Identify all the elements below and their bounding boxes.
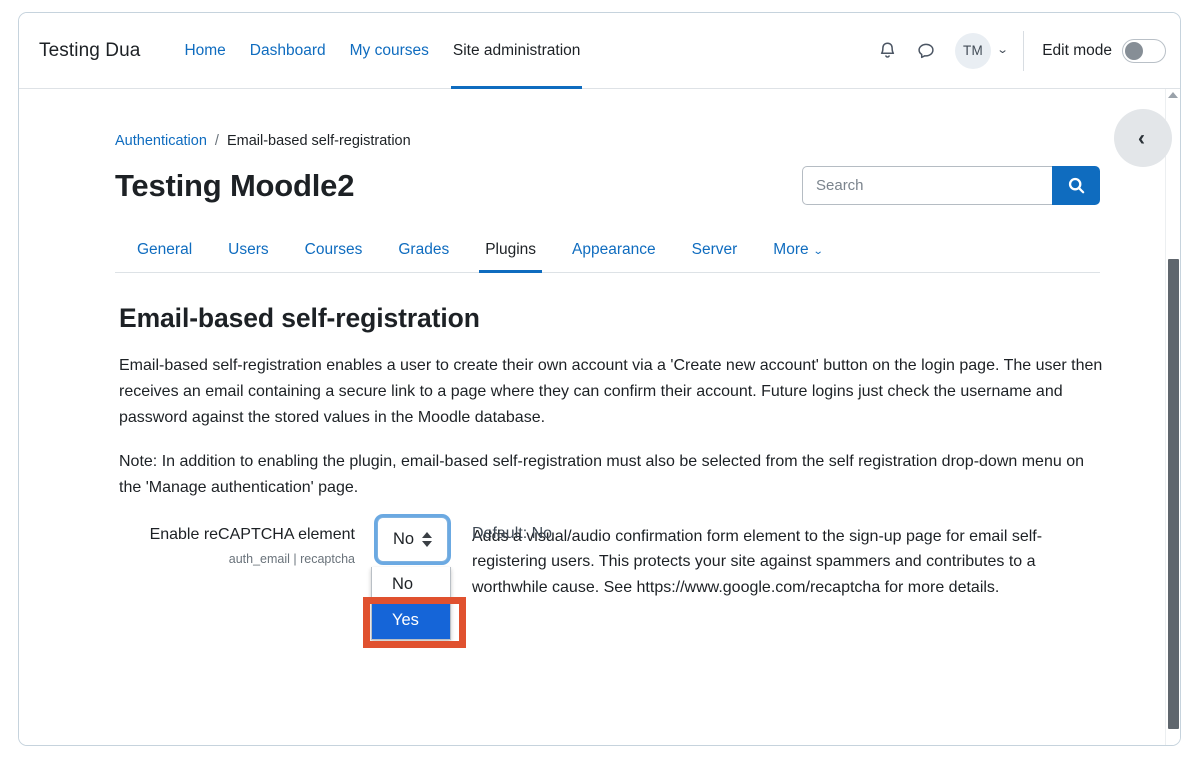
intro-paragraph-2: Note: In addition to enabling the plugin… <box>119 449 1106 501</box>
page-scrollbar[interactable] <box>1165 89 1180 746</box>
nav-item-my-courses[interactable]: My courses <box>338 13 441 88</box>
setting-row-recaptcha: Enable reCAPTCHA element auth_email | re… <box>119 523 1106 602</box>
chevron-down-icon: ⌄ <box>812 246 823 257</box>
edit-mode-label: Edit mode <box>1042 42 1112 60</box>
recaptcha-option-list: No Yes <box>371 567 451 640</box>
page-content: Authentication / Email-based self-regist… <box>19 89 1180 746</box>
notifications-bell-icon[interactable] <box>869 32 907 70</box>
tab-grades[interactable]: Grades <box>380 231 467 272</box>
tab-more-label: More <box>773 241 808 258</box>
setting-key: auth_email | recaptcha <box>119 551 355 569</box>
option-no[interactable]: No <box>372 567 450 603</box>
primary-nav: Home Dashboard My courses Site administr… <box>172 13 592 88</box>
edit-mode-toggle[interactable] <box>1122 39 1166 63</box>
search-group <box>802 166 1100 205</box>
messages-bubble-icon[interactable] <box>907 32 945 70</box>
breadcrumb: Authentication / Email-based self-regist… <box>115 133 1106 149</box>
select-spinner-icon <box>422 532 432 547</box>
avatar: TM <box>955 33 991 69</box>
edit-mode-control: Edit mode <box>1042 39 1166 63</box>
chevron-down-icon: ⌄ <box>996 45 1008 56</box>
setting-label-column: Enable reCAPTCHA element auth_email | re… <box>119 523 377 602</box>
navbar-right-cluster: TM ⌄ Edit mode <box>869 13 1166 88</box>
nav-item-dashboard[interactable]: Dashboard <box>238 13 338 88</box>
tab-more[interactable]: More ⌄ <box>755 231 840 272</box>
search-button[interactable] <box>1052 166 1100 205</box>
scroll-up-arrow-icon[interactable] <box>1166 92 1180 98</box>
breadcrumb-current: Email-based self-registration <box>227 133 411 149</box>
navbar-divider <box>1023 31 1024 71</box>
scrollbar-thumb[interactable] <box>1168 259 1179 729</box>
tab-users[interactable]: Users <box>210 231 286 272</box>
tab-plugins[interactable]: Plugins <box>467 231 554 272</box>
setting-body: Default: No Adds a visual/audio confirma… <box>377 523 1106 602</box>
tab-courses[interactable]: Courses <box>287 231 381 272</box>
toggle-knob <box>1125 42 1143 60</box>
tab-general[interactable]: General <box>119 231 210 272</box>
intro-paragraph-1: Email-based self-registration enables a … <box>119 353 1106 431</box>
nav-item-site-administration[interactable]: Site administration <box>441 13 593 88</box>
section-title: Email-based self-registration <box>119 303 1106 334</box>
site-brand[interactable]: Testing Dua <box>39 40 140 62</box>
chevron-left-icon: ‹ <box>1138 128 1145 149</box>
tab-appearance[interactable]: Appearance <box>554 231 674 272</box>
top-navbar: Testing Dua Home Dashboard My courses Si… <box>19 13 1180 89</box>
breadcrumb-authentication[interactable]: Authentication <box>115 133 207 149</box>
search-input[interactable] <box>802 166 1052 205</box>
setting-default-note: Default: No <box>472 525 552 543</box>
recaptcha-select[interactable]: No <box>377 517 448 562</box>
user-menu[interactable]: TM ⌄ <box>955 33 1007 69</box>
page-title: Testing Moodle2 <box>115 168 354 204</box>
setting-label: Enable reCAPTCHA element <box>119 523 355 546</box>
option-yes[interactable]: Yes <box>372 603 450 639</box>
breadcrumb-separator: / <box>215 133 219 149</box>
drawer-toggle-button[interactable]: ‹ <box>1114 109 1172 167</box>
browser-viewport: Testing Dua Home Dashboard My courses Si… <box>18 12 1181 746</box>
admin-tabs: General Users Courses Grades Plugins App… <box>115 231 1100 273</box>
recaptcha-select-value: No <box>393 530 414 549</box>
page-inner: Authentication / Email-based self-regist… <box>19 89 1180 601</box>
tab-server[interactable]: Server <box>674 231 756 272</box>
nav-item-home[interactable]: Home <box>172 13 237 88</box>
title-row: Testing Moodle2 <box>115 166 1106 205</box>
setting-description: Adds a visual/audio confirmation form el… <box>472 524 1106 602</box>
